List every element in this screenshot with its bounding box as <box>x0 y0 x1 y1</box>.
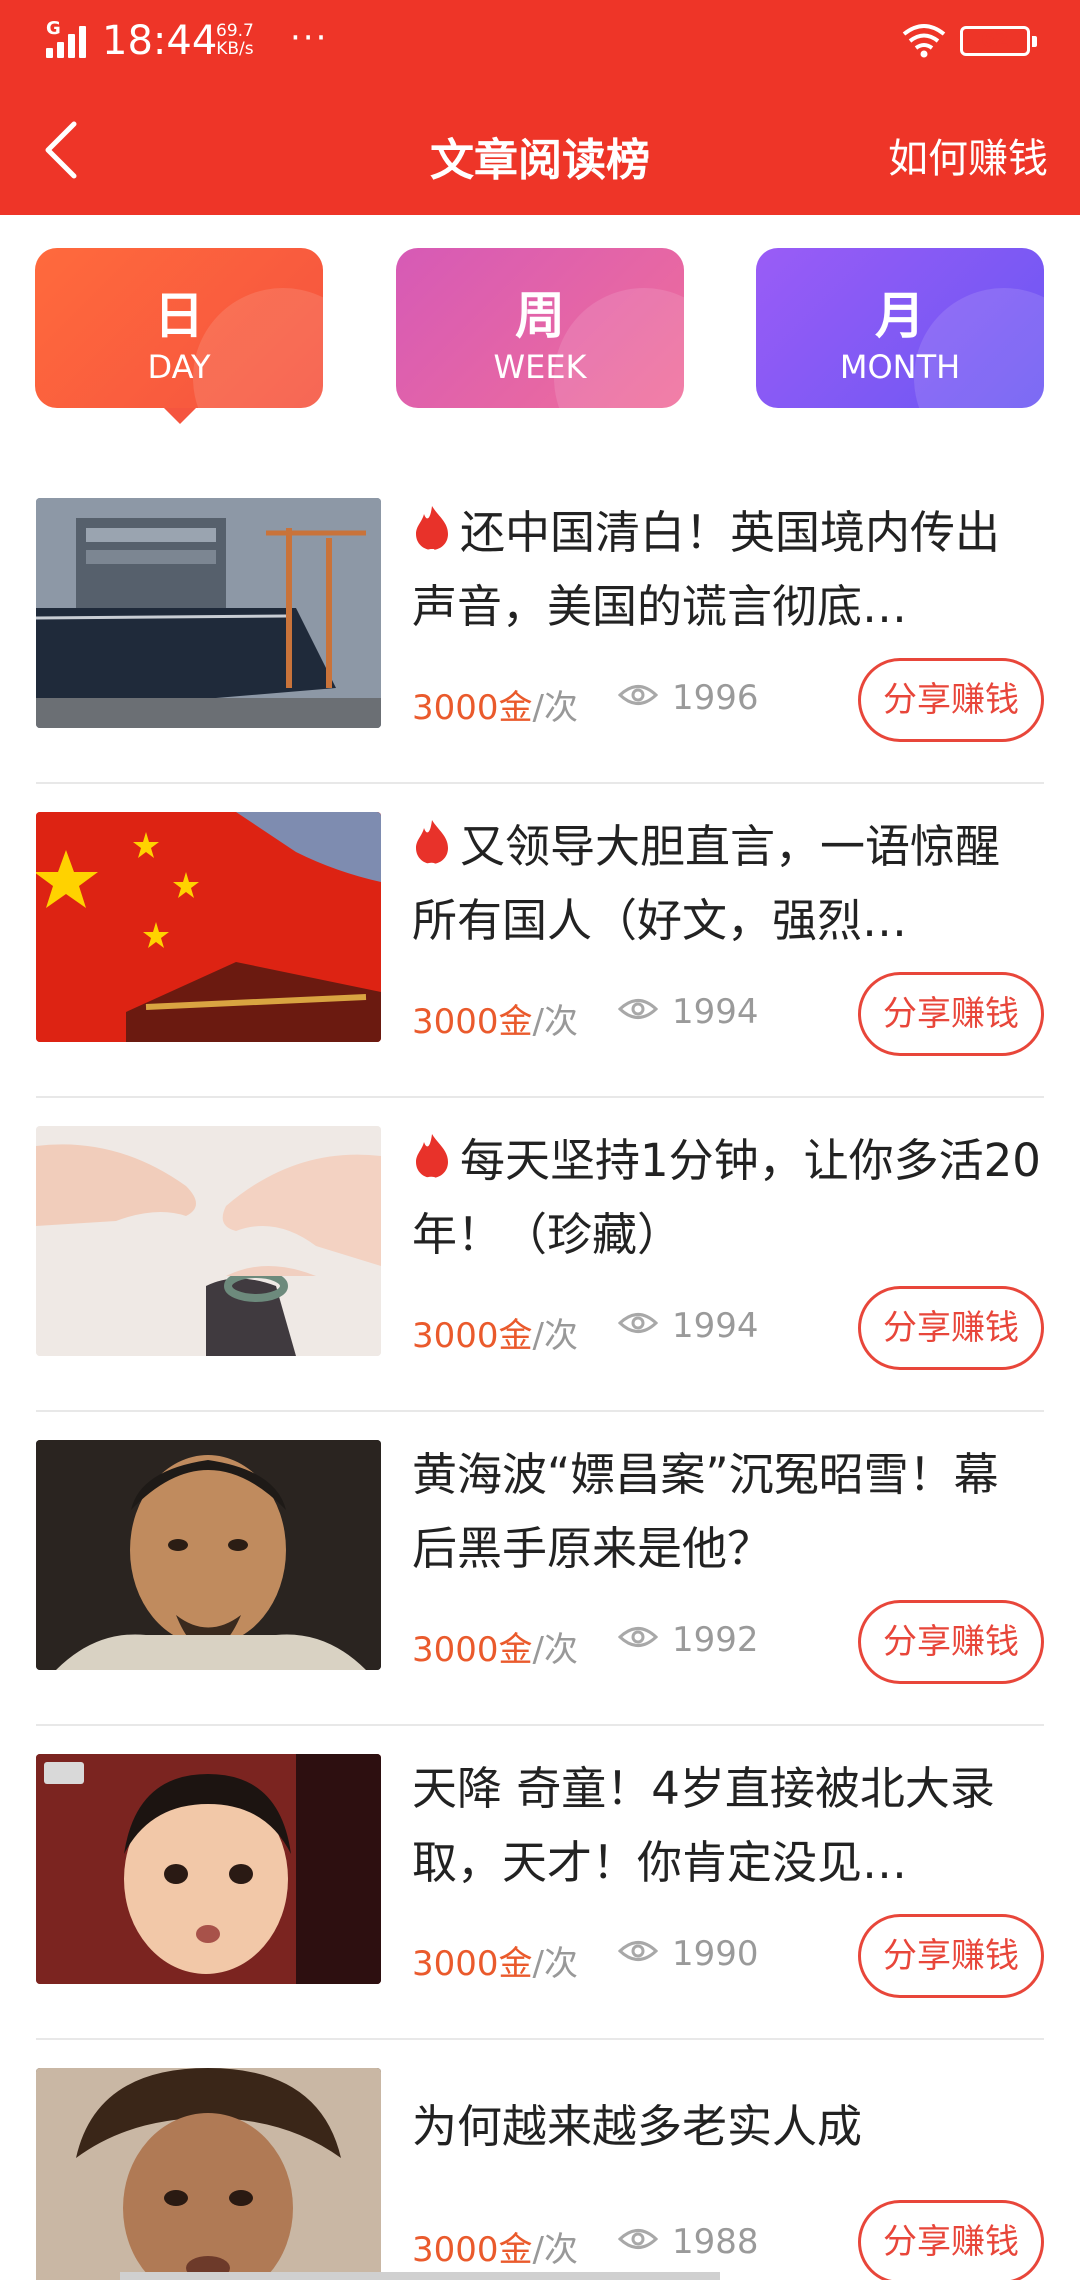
active-tab-pointer <box>164 408 196 424</box>
article-title-text: 还中国清白！英国境内传出声音，美国的谎言彻底… <box>412 506 1001 633</box>
reward-unit: /次 <box>532 1630 578 1670</box>
list-item[interactable]: 2 又领导大胆直言，一语惊醒所有国人（好文，强烈… 3000金/次 1994 分享… <box>0 784 1080 1098</box>
tab-week-cn: 周 <box>515 287 565 345</box>
reward-amount: 3000金 <box>412 1944 533 1984</box>
reward: 3000金/次 <box>412 994 578 1043</box>
view-count: 1994 <box>672 992 759 1032</box>
list-item[interactable]: 1 还中国清白！英国境内传出声音，美国的谎言彻底… 3000金/次 1996 分享… <box>0 470 1080 784</box>
eye-icon <box>618 999 658 1019</box>
share-earn-button[interactable]: 分享赚钱 <box>858 658 1044 742</box>
article-title[interactable]: 2 又领导大胆直言，一语惊醒所有国人（好文，强烈… <box>412 810 1042 958</box>
share-earn-button[interactable]: 分享赚钱 <box>858 2200 1044 2280</box>
eye-icon <box>618 685 658 705</box>
network-speed: 69.7 KB/s <box>216 22 254 58</box>
cargo-ship-image[interactable] <box>36 498 381 728</box>
list-item[interactable]: 天降 奇童！4岁直接被北大录取，天才！你肯定没见… 3000金/次 1990 分… <box>0 1726 1080 2040</box>
rank-number: 3 <box>425 1173 439 1197</box>
more-notifications-icon: ··· <box>290 18 329 58</box>
tab-month-en: MONTH <box>839 348 961 386</box>
list-item[interactable]: 3 每天坚持1分钟，让你多活20年！（珍藏） 3000金/次 1994 分享赚钱 <box>0 1098 1080 1412</box>
speed-value: 69.7 <box>216 21 254 41</box>
reward-amount: 3000金 <box>412 688 533 728</box>
reward-unit: /次 <box>532 2230 578 2270</box>
reward-unit: /次 <box>532 1944 578 1984</box>
share-earn-button[interactable]: 分享赚钱 <box>858 1286 1044 1370</box>
share-earn-button[interactable]: 分享赚钱 <box>858 972 1044 1056</box>
view-count: 1994 <box>672 1306 759 1346</box>
reward: 3000金/次 <box>412 2222 578 2271</box>
battery-icon: 62 <box>960 26 1037 56</box>
article-title-text: 黄海波“嫖昌案”沉冤昭雪！幕后黑手原来是他？ <box>412 1448 999 1575</box>
rank-number: 2 <box>425 859 439 883</box>
article-title[interactable]: 黄海波“嫖昌案”沉冤昭雪！幕后黑手原来是他？ <box>412 1438 1042 1586</box>
clock: 18:44 <box>102 18 218 64</box>
reward-amount: 3000金 <box>412 1316 533 1356</box>
rank-number: 1 <box>425 545 439 569</box>
fire-rank-icon: 2 <box>412 818 452 883</box>
tab-day-en: DAY <box>147 348 211 386</box>
eye-icon <box>618 2229 658 2249</box>
article-title[interactable]: 为何越来越多老实人成 <box>412 2090 1042 2164</box>
view-count: 1996 <box>672 678 759 718</box>
status-bar: G 18:44 69.7 KB/s ··· 62 <box>0 0 1080 80</box>
fire-rank-icon: 3 <box>412 1132 452 1197</box>
battery-level: 62 <box>981 27 1009 51</box>
article-title-text: 又领导大胆直言，一语惊醒所有国人（好文，强烈… <box>412 820 1001 947</box>
view-count: 1992 <box>672 1620 759 1660</box>
tab-month[interactable]: 月 MONTH <box>756 248 1044 408</box>
tab-week-en: WEEK <box>493 348 587 386</box>
reward: 3000金/次 <box>412 1308 578 1357</box>
eye-icon <box>618 1627 658 1647</box>
nav-bar: 文章阅读榜 如何赚钱 <box>0 100 1080 205</box>
eye-icon <box>618 1313 658 1333</box>
reward: 3000金/次 <box>412 1936 578 1985</box>
national-flag-image[interactable] <box>36 812 381 1042</box>
how-to-earn-link[interactable]: 如何赚钱 <box>888 126 1048 184</box>
view-count: 1988 <box>672 2222 759 2262</box>
article-title-text: 每天坚持1分钟，让你多活20年！（珍藏） <box>412 1134 1041 1261</box>
tab-day-cn: 日 <box>154 287 204 345</box>
eye-icon <box>618 1941 658 1961</box>
article-title[interactable]: 天降 奇童！4岁直接被北大录取，天才！你肯定没见… <box>412 1752 1042 1900</box>
scroll-indicator <box>120 2272 720 2280</box>
hands-image[interactable] <box>36 1126 381 1356</box>
reward: 3000金/次 <box>412 680 578 729</box>
reward-amount: 3000金 <box>412 1002 533 1042</box>
fire-rank-icon: 1 <box>412 504 452 569</box>
network-type: G <box>46 18 61 39</box>
article-title[interactable]: 1 还中国清白！英国境内传出声音，美国的谎言彻底… <box>412 496 1042 644</box>
article-title-text: 为何越来越多老实人成 <box>412 2100 863 2153</box>
man-hat-image[interactable] <box>36 2068 381 2280</box>
article-title-text: 天降 奇童！4岁直接被北大录取，天才！你肯定没见… <box>412 1762 995 1889</box>
reward-amount: 3000金 <box>412 2230 533 2270</box>
signal-icon: G <box>46 18 94 58</box>
list-item[interactable]: 为何越来越多老实人成 3000金/次 1988 分享赚钱 <box>0 2040 1080 2280</box>
tab-day[interactable]: 日 DAY <box>35 248 323 408</box>
header: G 18:44 69.7 KB/s ··· 62 文章阅读榜 如何赚钱 <box>0 0 1080 215</box>
reward-unit: /次 <box>532 688 578 728</box>
period-tabs: 日 DAY 周 WEEK 月 MONTH <box>0 248 1080 428</box>
tab-week[interactable]: 周 WEEK <box>396 248 684 408</box>
man-portrait-image[interactable] <box>36 1440 381 1670</box>
tab-month-cn: 月 <box>875 287 925 345</box>
child-portrait-image[interactable] <box>36 1754 381 1984</box>
view-count: 1990 <box>672 1934 759 1974</box>
reward-unit: /次 <box>532 1316 578 1356</box>
speed-unit: KB/s <box>216 39 254 59</box>
reward-amount: 3000金 <box>412 1630 533 1670</box>
share-earn-button[interactable]: 分享赚钱 <box>858 1914 1044 1998</box>
list-item[interactable]: 黄海波“嫖昌案”沉冤昭雪！幕后黑手原来是他？ 3000金/次 1992 分享赚钱 <box>0 1412 1080 1726</box>
article-title[interactable]: 3 每天坚持1分钟，让你多活20年！（珍藏） <box>412 1124 1042 1272</box>
wifi-icon <box>902 24 946 58</box>
reward-unit: /次 <box>532 1002 578 1042</box>
reward: 3000金/次 <box>412 1622 578 1671</box>
share-earn-button[interactable]: 分享赚钱 <box>858 1600 1044 1684</box>
